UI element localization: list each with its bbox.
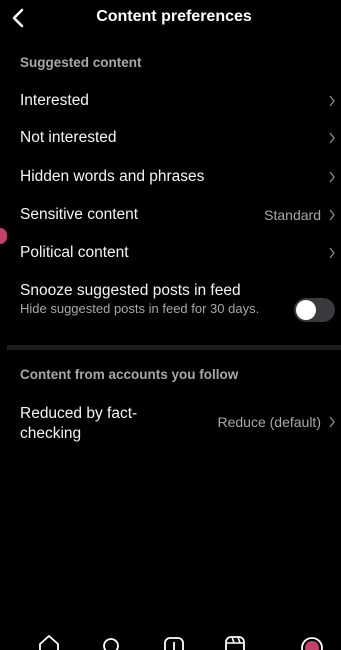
snooze-toggle[interactable] xyxy=(294,298,335,322)
section-divider xyxy=(7,345,341,350)
home-icon[interactable] xyxy=(34,632,64,650)
reels-icon[interactable] xyxy=(220,632,250,650)
row-interested[interactable]: Interested xyxy=(7,83,341,119)
page-title: Content preferences xyxy=(96,8,252,25)
chevron-right-icon xyxy=(329,247,335,259)
row-not-interested[interactable]: Not interested xyxy=(7,120,341,156)
profile-icon[interactable] xyxy=(297,632,327,650)
row-label: Political content xyxy=(20,244,129,261)
bottom-tab-bar xyxy=(7,632,341,650)
content-preferences-screen: Content preferences Suggested content In… xyxy=(7,0,341,650)
chevron-right-icon xyxy=(329,132,335,144)
row-label: Interested xyxy=(20,92,89,109)
row-political-content[interactable]: Political content xyxy=(7,235,341,271)
section-label-suggested: Suggested content xyxy=(20,55,142,70)
row-hidden-words[interactable]: Hidden words and phrases xyxy=(7,159,341,195)
toggle-knob xyxy=(296,300,316,320)
snooze-title: Snooze suggested posts in feed xyxy=(20,282,241,299)
chevron-right-icon xyxy=(329,95,335,107)
chevron-right-icon xyxy=(329,171,335,183)
search-icon[interactable] xyxy=(97,632,127,650)
row-label: Hidden words and phrases xyxy=(20,168,205,185)
row-label: Not interested xyxy=(20,129,117,146)
row-sensitive-content[interactable]: Sensitive content Standard xyxy=(7,197,341,233)
chevron-right-icon xyxy=(329,416,335,428)
chevron-right-icon xyxy=(329,209,335,221)
reduced-fact-checking-label[interactable]: Reduced by fact-checking xyxy=(20,404,170,444)
edge-indicator xyxy=(0,228,7,244)
snooze-subtitle: Hide suggested posts in feed for 30 days… xyxy=(20,301,260,316)
create-icon[interactable] xyxy=(159,632,189,650)
reduced-fact-checking-value[interactable]: Reduce (default) xyxy=(217,414,321,430)
section-label-following: Content from accounts you follow xyxy=(20,367,239,382)
row-label: Sensitive content xyxy=(20,206,139,223)
row-value: Standard xyxy=(264,207,321,223)
header: Content preferences xyxy=(7,0,341,38)
